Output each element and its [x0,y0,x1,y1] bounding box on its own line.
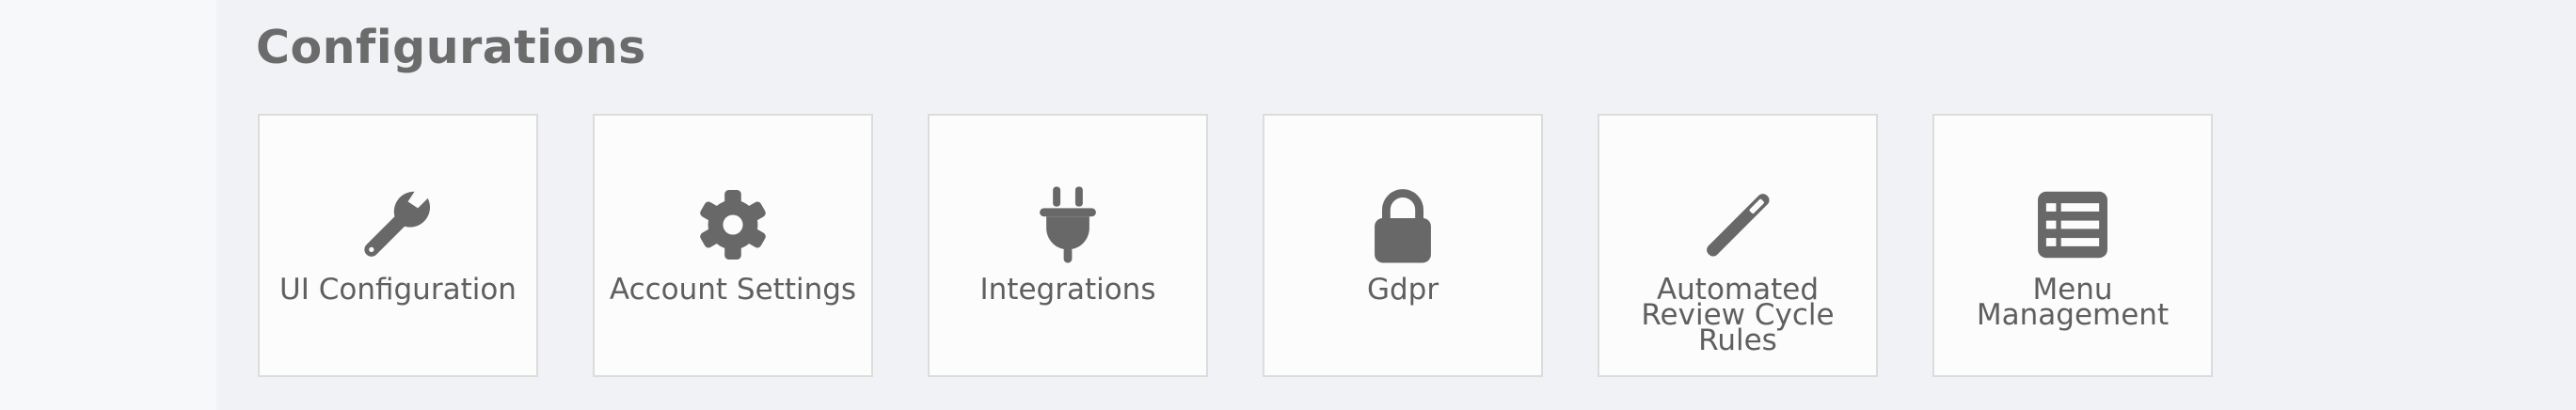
list-icon [2031,183,2114,266]
card-gdpr[interactable]: Gdpr [1263,114,1543,377]
card-menu-management[interactable]: Menu Management [1932,114,2213,377]
gear-icon [692,183,774,266]
card-label: Automated Review Cycle Rules [1641,273,1835,357]
config-cards: UI Configuration Account Settings Integr… [258,114,2213,377]
card-automated-review-cycle-rules[interactable]: Automated Review Cycle Rules [1598,114,1878,377]
left-margin [0,0,216,410]
card-ui-configuration[interactable]: UI Configuration [258,114,538,377]
card-label: Menu Management [1976,273,2170,332]
lock-icon [1361,183,1444,266]
main-content: Configurations UI Configuration Account … [216,0,2576,410]
card-integrations[interactable]: Integrations [928,114,1208,377]
magic-wand-icon [1696,183,1779,266]
page-title: Configurations [256,21,646,74]
card-label: UI Configuration [279,273,517,307]
card-label: Integrations [979,273,1156,307]
wrench-icon [357,183,439,266]
plug-icon [1026,183,1109,266]
card-label: Account Settings [609,273,857,307]
card-account-settings[interactable]: Account Settings [593,114,873,377]
card-label: Gdpr [1366,273,1439,307]
